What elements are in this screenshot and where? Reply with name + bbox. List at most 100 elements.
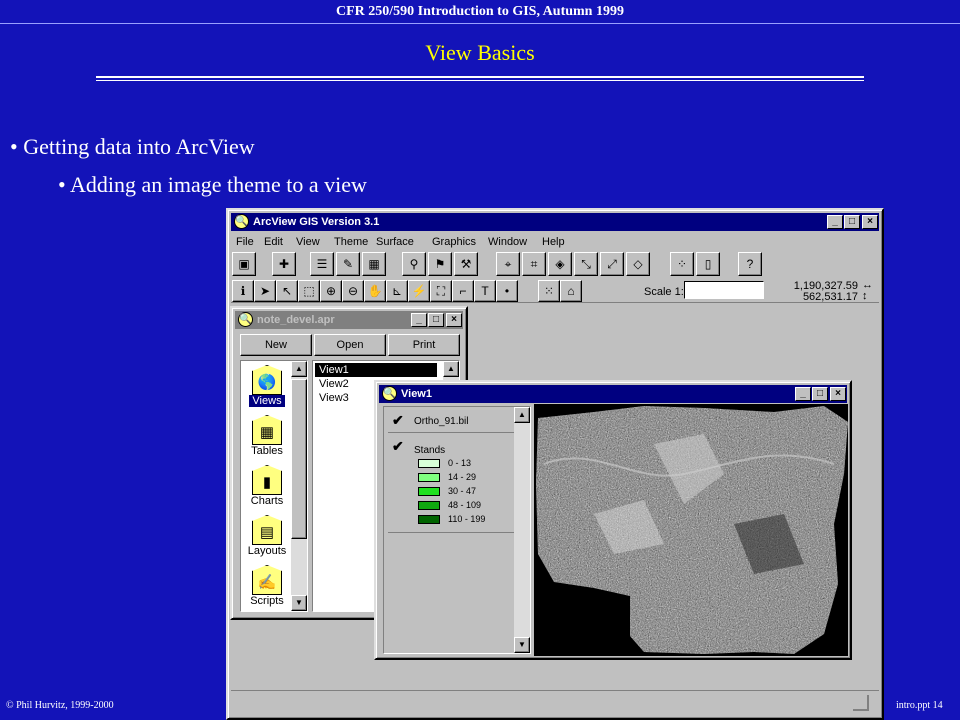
scale-input[interactable] xyxy=(684,281,764,299)
close-button[interactable]: × xyxy=(862,215,878,229)
zoom-in-icon[interactable]: ⤡ xyxy=(574,252,598,276)
text-tool-icon[interactable]: T xyxy=(474,280,496,302)
draw-point-icon[interactable]: • xyxy=(496,280,518,302)
course-header-text: CFR 250/590 Introduction to GIS, Autumn … xyxy=(336,4,624,19)
zoom-active-themes-icon[interactable]: ⌗ xyxy=(522,252,546,276)
save-project-icon[interactable]: ▣ xyxy=(232,252,256,276)
list-item[interactable]: View3 xyxy=(315,391,353,405)
print-button[interactable]: Print xyxy=(388,334,460,356)
legend-swatch xyxy=(418,515,440,524)
query-builder-icon[interactable]: ⚒ xyxy=(454,252,478,276)
legend-label: 0 - 13 xyxy=(448,458,472,468)
globe-icon: 🌎 xyxy=(252,365,282,395)
help-icon[interactable]: ? xyxy=(738,252,762,276)
script-icon: ✍ xyxy=(252,565,282,595)
find-icon[interactable]: ⚲ xyxy=(402,252,426,276)
menu-view[interactable]: View xyxy=(296,236,320,248)
scroll-thumb[interactable] xyxy=(291,379,307,539)
view1-titlebar[interactable]: 🔍 View1 _ □ × xyxy=(379,385,847,403)
doc-type-views[interactable]: 🌎 Views xyxy=(241,365,293,407)
legend-swatch xyxy=(418,459,440,468)
doc-type-views-label: Views xyxy=(249,395,285,407)
legend-label: 14 - 29 xyxy=(448,472,477,482)
pointer-icon[interactable]: ➤ xyxy=(254,280,276,302)
toc-scroll-up-icon[interactable]: ▲ xyxy=(514,407,530,423)
select-feature-icon[interactable]: ⬚ xyxy=(298,280,320,302)
minimize-button[interactable]: _ xyxy=(827,215,843,229)
select-features-icon[interactable]: ⁘ xyxy=(670,252,694,276)
map-display[interactable] xyxy=(534,404,848,656)
list-scroll-up-icon[interactable]: ▲ xyxy=(443,361,459,377)
doc-type-charts[interactable]: ▮ Charts xyxy=(241,465,293,507)
zoom-previous-icon[interactable]: ◇ xyxy=(626,252,650,276)
title-divider xyxy=(96,76,864,81)
zoom-in-tool-icon[interactable]: ⊕ xyxy=(320,280,342,302)
toc-scroll-down-icon[interactable]: ▼ xyxy=(514,637,530,653)
menu-window[interactable]: Window xyxy=(488,236,527,248)
menu-edit[interactable]: Edit xyxy=(264,236,283,248)
scroll-down-icon[interactable]: ▼ xyxy=(291,595,307,611)
checkmark-icon[interactable]: ✔ xyxy=(392,413,406,427)
view1-maximize-button[interactable]: □ xyxy=(812,387,828,401)
snap-icon[interactable]: ⁙ xyxy=(538,280,560,302)
checkmark-icon[interactable]: ✔ xyxy=(392,439,406,453)
new-button[interactable]: New xyxy=(240,334,312,356)
open-table-icon[interactable]: ▦ xyxy=(362,252,386,276)
doc-type-layouts-label: Layouts xyxy=(247,545,287,557)
theme-properties-icon[interactable]: ☰ xyxy=(310,252,334,276)
menu-graphics[interactable]: Graphics xyxy=(432,236,476,248)
locate-address-icon[interactable]: ⚑ xyxy=(428,252,452,276)
bullet-1-text: Getting data into ArcView xyxy=(23,134,255,159)
menu-surface[interactable]: Surface xyxy=(376,236,414,248)
resize-grip-icon[interactable] xyxy=(853,695,869,711)
label-icon[interactable]: ⌐ xyxy=(452,280,474,302)
area-of-interest-icon[interactable]: ⛶ xyxy=(430,280,452,302)
scale-label: Scale 1: xyxy=(644,286,684,298)
theme-ortho[interactable]: ✔ Ortho_91.bil xyxy=(388,411,514,433)
pan-icon[interactable]: ✋ xyxy=(364,280,386,302)
slide-header: CFR 250/590 Introduction to GIS, Autumn … xyxy=(0,0,960,24)
zoom-out-icon[interactable]: ⤢ xyxy=(600,252,624,276)
doc-type-layouts[interactable]: ▤ Layouts xyxy=(241,515,293,557)
theme-stands[interactable]: ✔ Stands 0 - 13 14 - 29 30 - 47 48 - 109 110… xyxy=(388,437,514,533)
open-button[interactable]: Open xyxy=(314,334,386,356)
maximize-button[interactable]: □ xyxy=(844,215,860,229)
draw-dropdown-icon[interactable]: ⌂ xyxy=(560,280,582,302)
arcview-title: ArcView GIS Version 3.1 xyxy=(253,216,380,228)
project-maximize-button[interactable]: □ xyxy=(428,313,444,327)
zoom-out-tool-icon[interactable]: ⊖ xyxy=(342,280,364,302)
scroll-up-icon[interactable]: ▲ xyxy=(291,361,307,377)
arcview-titlebar[interactable]: 🔍 ArcView GIS Version 3.1 _ □ × xyxy=(231,213,879,231)
menu-file[interactable]: File xyxy=(236,236,254,248)
arcview-app-icon: 🔍 xyxy=(234,214,249,229)
hotlink-icon[interactable]: ⚡ xyxy=(408,280,430,302)
doc-type-scrollbar[interactable]: ▲ ▼ xyxy=(291,361,307,611)
project-minimize-button[interactable]: _ xyxy=(411,313,427,327)
menu-theme[interactable]: Theme xyxy=(334,236,368,248)
toc-scrollbar[interactable]: ▲ ▼ xyxy=(514,407,530,653)
edit-legend-icon[interactable]: ✎ xyxy=(336,252,360,276)
view1-close-button[interactable]: × xyxy=(830,387,846,401)
legend-label: 48 - 109 xyxy=(448,500,482,510)
doc-type-scripts[interactable]: ✍ Scripts xyxy=(241,565,293,607)
view1-title: View1 xyxy=(401,388,432,400)
measure-icon[interactable]: ⊾ xyxy=(386,280,408,302)
zoom-full-extent-icon[interactable]: ⌖ xyxy=(496,252,520,276)
vertex-edit-icon[interactable]: ↖ xyxy=(276,280,298,302)
layout-icon: ▤ xyxy=(252,515,282,545)
project-close-button[interactable]: × xyxy=(446,313,462,327)
view1-window: 🔍 View1 _ □ × ✔ Ortho_91.bil ✔ Stands 0 … xyxy=(374,380,852,660)
menu-help[interactable]: Help xyxy=(542,236,565,248)
zoom-selected-icon[interactable]: ◈ xyxy=(548,252,572,276)
doc-type-scripts-label: Scripts xyxy=(250,595,284,607)
list-item[interactable]: View1 xyxy=(315,363,437,377)
add-theme-icon[interactable]: ✚ xyxy=(272,252,296,276)
clear-selection-icon[interactable]: ▯ xyxy=(696,252,720,276)
project-titlebar[interactable]: 🔍 note_devel.apr _ □ × xyxy=(235,311,463,329)
doc-type-tables[interactable]: ▦ Tables xyxy=(241,415,293,457)
list-item[interactable]: View2 xyxy=(315,377,353,391)
identify-icon[interactable]: ℹ xyxy=(232,280,254,302)
table-icon: ▦ xyxy=(252,415,282,445)
view1-minimize-button[interactable]: _ xyxy=(795,387,811,401)
view1-icon: 🔍 xyxy=(382,386,397,401)
